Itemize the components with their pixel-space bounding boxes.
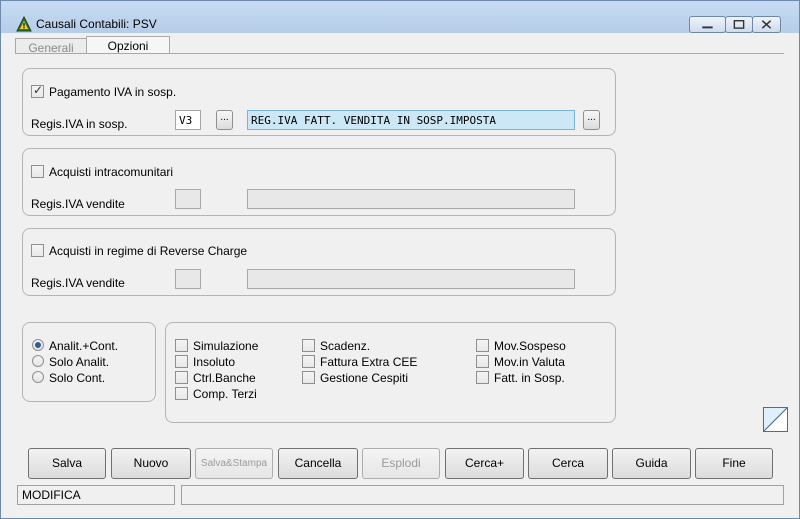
app-window: Causali Contabili: PSV Generali Opzioni … bbox=[0, 0, 800, 519]
gestione-cespiti-checkbox[interactable] bbox=[302, 371, 315, 384]
insoluto-checkbox[interactable] bbox=[175, 355, 188, 368]
simulazione-checkbox[interactable] bbox=[175, 339, 188, 352]
mov-sospeso-checkbox[interactable] bbox=[476, 339, 489, 352]
minimize-icon bbox=[702, 26, 713, 29]
radio-solo-analit-label: Solo Analit. bbox=[49, 355, 110, 369]
regis-iva-vendite-label: Regis.IVA vendite bbox=[31, 197, 125, 211]
comp-terzi-checkbox[interactable] bbox=[175, 387, 188, 400]
radio-solo-cont-label: Solo Cont. bbox=[49, 371, 106, 385]
salva-button[interactable]: Salva bbox=[28, 448, 106, 479]
warning-triangle-icon bbox=[16, 16, 32, 32]
window-title: Causali Contabili: PSV bbox=[36, 17, 157, 31]
regis-iva-vendite-desc-field[interactable] bbox=[247, 189, 575, 209]
reverse-charge-vendite-label: Regis.IVA vendite bbox=[31, 276, 125, 290]
maximize-button[interactable] bbox=[725, 16, 753, 33]
gestione-cespiti-label: Gestione Cespiti bbox=[320, 371, 409, 385]
title-bar[interactable]: Causali Contabili: PSV bbox=[1, 1, 799, 33]
regis-iva-sosp-code-input[interactable]: V3 bbox=[175, 110, 201, 130]
reverse-charge-checkbox[interactable] bbox=[31, 244, 44, 257]
minimize-button[interactable] bbox=[689, 16, 726, 33]
scadenz-label: Scadenz. bbox=[320, 339, 371, 353]
regis-iva-sosp-desc-lookup-button[interactable]: ... bbox=[583, 110, 600, 130]
status-message bbox=[181, 485, 784, 505]
tab-divider bbox=[15, 53, 784, 54]
cerca-button[interactable]: Cerca bbox=[528, 448, 608, 479]
reverse-charge-label: Acquisti in regime di Reverse Charge bbox=[49, 244, 248, 258]
reverse-charge-desc-field[interactable] bbox=[247, 269, 575, 289]
radio-solo-cont[interactable] bbox=[32, 371, 44, 383]
radio-solo-analit[interactable] bbox=[32, 355, 44, 367]
fine-button[interactable]: Fine bbox=[695, 448, 773, 479]
salva-stampa-button[interactable]: Salva&Stampa bbox=[195, 448, 273, 479]
regis-iva-sosp-label: Regis.IVA in sosp. bbox=[31, 117, 128, 131]
cerca-plus-button[interactable]: Cerca+ bbox=[445, 448, 524, 479]
comp-terzi-label: Comp. Terzi bbox=[193, 387, 257, 401]
guida-button[interactable]: Guida bbox=[612, 448, 691, 479]
maximize-icon bbox=[733, 20, 745, 29]
fattura-extra-cee-label: Fattura Extra CEE bbox=[320, 355, 418, 369]
mov-sospeso-label: Mov.Sospeso bbox=[494, 339, 566, 353]
regis-iva-vendite-code-input[interactable] bbox=[175, 189, 201, 209]
fatt-in-sosp-label: Fatt. in Sosp. bbox=[494, 371, 565, 385]
page-corner-icon[interactable] bbox=[763, 407, 788, 432]
esplodi-button[interactable]: Esplodi bbox=[362, 448, 440, 479]
close-button[interactable] bbox=[752, 16, 781, 33]
regis-iva-sosp-desc-field[interactable]: REG.IVA FATT. VENDITA IN SOSP.IMPOSTA bbox=[247, 110, 575, 130]
ctrl-banche-label: Ctrl.Banche bbox=[193, 371, 256, 385]
acquisti-intracomunitari-label: Acquisti intracomunitari bbox=[49, 165, 174, 179]
status-mode: MODIFICA bbox=[17, 485, 175, 505]
mov-in-valuta-label: Mov.in Valuta bbox=[494, 355, 565, 369]
regis-iva-sosp-lookup-button[interactable]: ... bbox=[216, 110, 233, 130]
scadenz-checkbox[interactable] bbox=[302, 339, 315, 352]
mov-in-valuta-checkbox[interactable] bbox=[476, 355, 489, 368]
tab-opzioni[interactable]: Opzioni bbox=[86, 36, 170, 54]
acquisti-intracomunitari-checkbox[interactable] bbox=[31, 165, 44, 178]
tab-generali[interactable]: Generali bbox=[15, 38, 87, 55]
radio-analit-cont[interactable] bbox=[32, 339, 44, 351]
pagamento-iva-label: Pagamento IVA in sosp. bbox=[49, 85, 177, 99]
close-icon bbox=[761, 20, 772, 29]
simulazione-label: Simulazione bbox=[193, 339, 259, 353]
pagamento-iva-checkbox[interactable] bbox=[31, 83, 44, 98]
reverse-charge-code-input[interactable] bbox=[175, 269, 201, 289]
fatt-in-sosp-checkbox[interactable] bbox=[476, 371, 489, 384]
nuovo-button[interactable]: Nuovo bbox=[111, 448, 191, 479]
ctrl-banche-checkbox[interactable] bbox=[175, 371, 188, 384]
radio-analit-cont-label: Analit.+Cont. bbox=[49, 339, 119, 353]
cancella-button[interactable]: Cancella bbox=[278, 448, 358, 479]
insoluto-label: Insoluto bbox=[193, 355, 236, 369]
fattura-extra-cee-checkbox[interactable] bbox=[302, 355, 315, 368]
